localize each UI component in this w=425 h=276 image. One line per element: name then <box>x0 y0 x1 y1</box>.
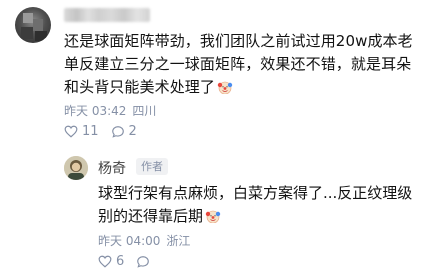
reply-count: 2 <box>128 124 137 139</box>
reply-like-button[interactable]: 6 <box>98 254 124 269</box>
like-button[interactable]: 11 <box>64 124 99 139</box>
clown-face-icon <box>217 81 233 94</box>
comment-body: 还是球面矩阵带劲，我们团队之前试过用20w成本老单反建立三分之一球面矩阵，效果还… <box>64 30 414 99</box>
reply-body: 球型行架有点麻烦，白菜方案得了...反正纹理级别的还得靠后期 <box>98 182 418 228</box>
comment-actions: 11 2 <box>64 124 149 139</box>
reply-actions: 6 <box>98 254 166 269</box>
comment-meta: 昨天 03:42 四川 <box>64 102 162 119</box>
clown-face-icon <box>205 210 221 223</box>
reply-meta: 昨天 04:00 浙江 <box>98 232 196 249</box>
reply-text: 球型行架有点麻烦，白菜方案得了...反正纹理级别的还得靠后期 <box>98 184 413 225</box>
comment-bubble-icon <box>111 125 124 138</box>
reply-button[interactable]: 2 <box>111 124 137 139</box>
author-badge: 作者 <box>136 158 168 175</box>
heart-icon <box>64 125 78 138</box>
replier-name[interactable]: 杨奇 <box>98 158 126 178</box>
heart-icon <box>98 255 112 268</box>
like-count: 11 <box>82 124 99 139</box>
avatar-image <box>64 156 88 180</box>
comment-time: 昨天 03:42 <box>64 104 127 118</box>
comment-bubble-icon <box>137 255 150 268</box>
reply-time: 昨天 04:00 <box>98 234 161 248</box>
commenter-avatar[interactable] <box>15 7 51 43</box>
reply-location: 浙江 <box>166 234 191 248</box>
comment-location: 四川 <box>132 104 157 118</box>
replier-avatar[interactable] <box>64 156 88 180</box>
reply-like-count: 6 <box>116 254 125 269</box>
reply-comment-button[interactable] <box>136 255 154 269</box>
comment-text: 还是球面矩阵带劲，我们团队之前试过用20w成本老单反建立三分之一球面矩阵，效果还… <box>64 32 413 96</box>
commenter-name-redacted <box>64 8 150 22</box>
